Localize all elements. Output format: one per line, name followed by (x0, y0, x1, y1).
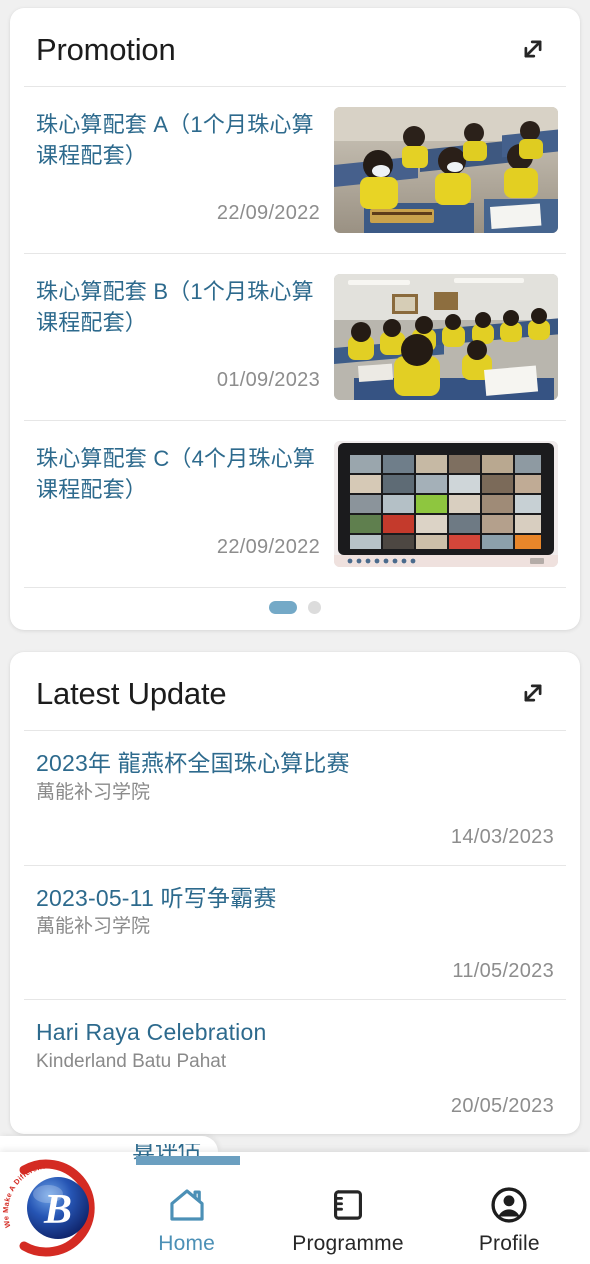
notebook-icon (333, 1190, 362, 1220)
bottom-navigation-bar: B We Make A Difference 算评估 Home (0, 1144, 590, 1264)
promotion-item[interactable]: 珠心算配套 C（4个月珠心算课程配套） 22/09/2022 (10, 421, 580, 587)
expand-diagonal-icon[interactable] (514, 674, 552, 712)
pagination-dot[interactable] (308, 601, 321, 614)
promotion-item-thumbnail[interactable] (334, 274, 558, 400)
update-item[interactable]: Hari Raya Celebration Kinderland Batu Pa… (10, 1000, 580, 1134)
latest-update-title: Latest Update (36, 675, 227, 711)
nav-item-home[interactable]: Home (122, 1184, 252, 1256)
top-spacer (0, 0, 590, 8)
update-item-date: 14/03/2023 (450, 825, 554, 848)
update-item-subtitle: 萬能补习学院 (36, 781, 151, 803)
update-item-subtitle: 萬能补习学院 (36, 916, 151, 938)
promotion-header: Promotion (10, 8, 580, 86)
promotion-item-text: 珠心算配套 A（1个月珠心算课程配套） 22/09/2022 (36, 107, 320, 225)
promotion-item-date: 22/09/2022 (216, 202, 320, 224)
account-circle-icon (491, 1187, 527, 1223)
sheet-edge (0, 1136, 218, 1152)
promotion-item-date: 01/09/2023 (216, 369, 320, 391)
classroom-students-abacus-photo (334, 107, 558, 233)
promotion-item-date: 22/09/2022 (216, 536, 320, 558)
expand-diagonal-icon[interactable] (514, 30, 552, 68)
promotion-item-text: 珠心算配套 C（4个月珠心算课程配套） 22/09/2022 (36, 441, 320, 559)
update-item-date: 20/05/2023 (450, 1094, 554, 1117)
update-item[interactable]: 2023年 龍燕杯全国珠心算比赛 萬能补习学院 14/03/2023 (10, 731, 580, 865)
clipped-highlight-bar (136, 1156, 240, 1165)
logo-letter: B (43, 1187, 72, 1233)
update-item[interactable]: 2023-05-11 听写争霸赛 萬能补习学院 11/05/2023 (10, 866, 580, 1000)
promotion-item-title[interactable]: 珠心算配套 A（1个月珠心算课程配套） (36, 109, 320, 171)
promotion-item-thumbnail[interactable] (334, 107, 558, 233)
nav-label-profile: Profile (478, 1232, 540, 1255)
latest-update-card: Latest Update 2023年 龍燕杯全国珠心算比赛 萬能补习学院 14… (10, 652, 580, 1134)
promotion-item-title[interactable]: 珠心算配套 B（1个月珠心算课程配套） (36, 276, 320, 338)
nav-item-programme[interactable]: Programme (283, 1184, 413, 1256)
promotion-item[interactable]: 珠心算配套 B（1个月珠心算课程配套） 01/09/2023 (10, 254, 580, 420)
update-item-title[interactable]: Hari Raya Celebration (36, 1018, 554, 1048)
nav-item-profile[interactable]: Profile (444, 1184, 574, 1256)
nav-label-programme: Programme (292, 1232, 404, 1255)
pagination-dot-active[interactable] (269, 601, 297, 614)
update-item-subtitle: Kinderland Batu Pahat (36, 1051, 227, 1073)
promotion-item-thumbnail[interactable] (334, 441, 558, 567)
promotion-item[interactable]: 珠心算配套 A（1个月珠心算课程配套） 22/09/2022 (10, 87, 580, 253)
update-item-title[interactable]: 2023-05-11 听写争霸赛 (36, 884, 554, 914)
classroom-students-writing-photo (334, 274, 558, 400)
home-icon (170, 1189, 204, 1221)
nav-items: 算评估 Home Programme Profile (106, 1144, 590, 1264)
promotion-pagination[interactable] (10, 588, 580, 630)
promotion-item-title[interactable]: 珠心算配套 C（4个月珠心算课程配套） (36, 443, 320, 505)
promotion-item-text: 珠心算配套 B（1个月珠心算课程配套） 01/09/2023 (36, 274, 320, 392)
promotion-card: Promotion 珠心算配套 A（1个月珠心算课程配套） 22/09/2022 (10, 8, 580, 630)
brand-logo[interactable]: B We Make A Difference (2, 1156, 106, 1260)
nav-label-home: Home (158, 1232, 216, 1255)
update-item-title[interactable]: 2023年 龍燕杯全国珠心算比赛 (36, 749, 554, 779)
latest-update-header: Latest Update (10, 652, 580, 730)
update-item-date: 11/05/2023 (452, 960, 554, 983)
online-video-call-grid-photo (334, 441, 558, 567)
promotion-title: Promotion (36, 31, 176, 67)
